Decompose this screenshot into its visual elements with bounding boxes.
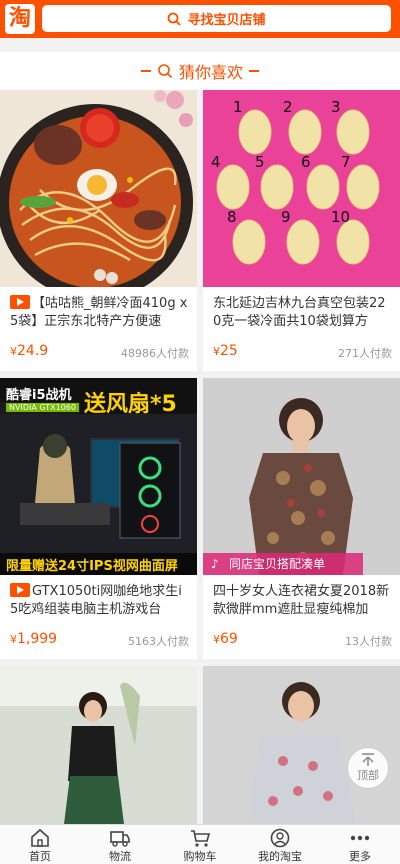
product-card[interactable]: 【咕咕熊_朝鲜冷面410g x5袋】正宗东北特产方便速 ¥24.9 48986人… [0, 90, 197, 371]
product-price: ¥69 [213, 631, 238, 647]
product-title[interactable]: 四十岁女人连衣裙女夏2018新款微胖mm遮肚显瘦纯棉加 [213, 583, 393, 619]
spacer [0, 38, 400, 52]
more-icon [350, 835, 370, 841]
packet-number: 10 [331, 208, 350, 226]
product-sold-count: 13人付款 [345, 635, 392, 648]
tab-my-taobao[interactable]: 我的淘宝 [240, 825, 320, 864]
noodle-packet [216, 164, 250, 210]
product-image[interactable]: 酷睿i5战机 NVIDIA GTX1060 送风扇*5 限量赠送24寸IPS视网… [0, 378, 197, 575]
product-card[interactable]: 酷睿i5战机 NVIDIA GTX1060 送风扇*5 限量赠送24寸IPS视网… [0, 378, 197, 659]
noodle-packet [306, 164, 340, 210]
product-image[interactable] [0, 90, 197, 287]
back-to-top-label: 顶部 [357, 769, 379, 782]
search-icon [158, 64, 173, 79]
noodle-packet [286, 219, 320, 265]
noodle-packet [238, 109, 272, 155]
section-title: 猜你喜欢 [178, 63, 243, 82]
product-sold-count: 5163人付款 [128, 635, 189, 648]
taobao-logo[interactable]: 淘 [5, 4, 35, 34]
tab-logistics[interactable]: 物流 [80, 825, 160, 864]
product-card[interactable]: 同店宝贝搭配凑单 四十岁女人连衣裙女夏2018新款微胖mm遮肚显瘦纯棉加 ¥69… [203, 378, 400, 659]
packet-number: 7 [341, 153, 351, 171]
video-icon [10, 295, 30, 309]
product-price: ¥25 [213, 343, 238, 359]
product-card[interactable]: 1 2 3 4 5 6 7 8 9 10 东北延边吉林九台真空包装220克一袋冷面共10袋划算方 … [203, 90, 400, 371]
product-image[interactable]: 同店宝贝搭配凑单 [203, 378, 400, 575]
noodle-packet [336, 109, 370, 155]
packet-number: 8 [227, 208, 237, 226]
product-image[interactable] [0, 666, 197, 824]
product-title[interactable]: GTX1050ti网咖绝地求生i5吃鸡组装电脑主机游戏台 [10, 583, 190, 619]
packet-number: 4 [211, 153, 221, 171]
product-price: ¥24.9 [10, 343, 49, 359]
packet-number: 3 [331, 98, 341, 116]
truck-icon [110, 831, 130, 847]
arrow-up-icon [362, 753, 374, 766]
product-card[interactable] [203, 666, 400, 824]
noodle-packet [336, 219, 370, 265]
search-button[interactable]: 寻找宝贝店铺 [42, 5, 391, 32]
packet-number: 5 [255, 153, 265, 171]
bottom-tab-bar: 首页 物流 购物车 我的淘宝 更多 [0, 824, 400, 864]
back-to-top-button[interactable]: 顶部 [347, 747, 389, 789]
product-image[interactable] [203, 666, 400, 824]
packet-number: 6 [301, 153, 311, 171]
noodle-packet [288, 109, 322, 155]
top-bar: 淘 寻找宝贝店铺 [0, 0, 400, 38]
tab-cart[interactable]: 购物车 [160, 825, 240, 864]
noodle-packet [346, 164, 380, 210]
search-icon [168, 12, 182, 26]
product-image[interactable]: 1 2 3 4 5 6 7 8 9 10 [203, 90, 400, 287]
home-icon [31, 828, 49, 847]
banner-promo-text: 送风扇*5 [84, 392, 177, 417]
product-price: ¥1,999 [10, 631, 58, 647]
guess-you-like-header: 猜你喜欢 [0, 52, 400, 90]
search-label: 寻找宝贝店铺 [187, 13, 266, 28]
banner-gpu-text: NVIDIA GTX1060 [6, 403, 79, 412]
cart-icon [191, 830, 211, 847]
user-icon [270, 828, 290, 848]
banner-bottom-text: 限量赠送24寸IPS视网曲面屏 [6, 559, 178, 574]
decor-line-right [249, 70, 259, 72]
product-title[interactable]: 东北延边吉林九台真空包装220克一袋冷面共10袋划算方 [213, 295, 393, 331]
product-title[interactable]: 【咕咕熊_朝鲜冷面410g x5袋】正宗东北特产方便速 [10, 295, 190, 331]
packet-number: 1 [233, 98, 243, 116]
decor-line-left [140, 70, 151, 72]
video-icon [10, 583, 30, 597]
noodle-packet [232, 219, 266, 265]
packet-number: 9 [281, 208, 291, 226]
tab-home[interactable]: 首页 [0, 825, 80, 864]
tab-more[interactable]: 更多 [320, 825, 400, 864]
product-sold-count: 271人付款 [338, 347, 392, 360]
product-sold-count: 48986人付款 [121, 347, 189, 360]
same-store-badge[interactable]: 同店宝贝搭配凑单 [203, 553, 363, 575]
product-card[interactable] [0, 666, 197, 824]
banner-top-text: 酷睿i5战机 [6, 388, 72, 403]
packet-number: 2 [283, 98, 293, 116]
noodle-packet [260, 164, 294, 210]
